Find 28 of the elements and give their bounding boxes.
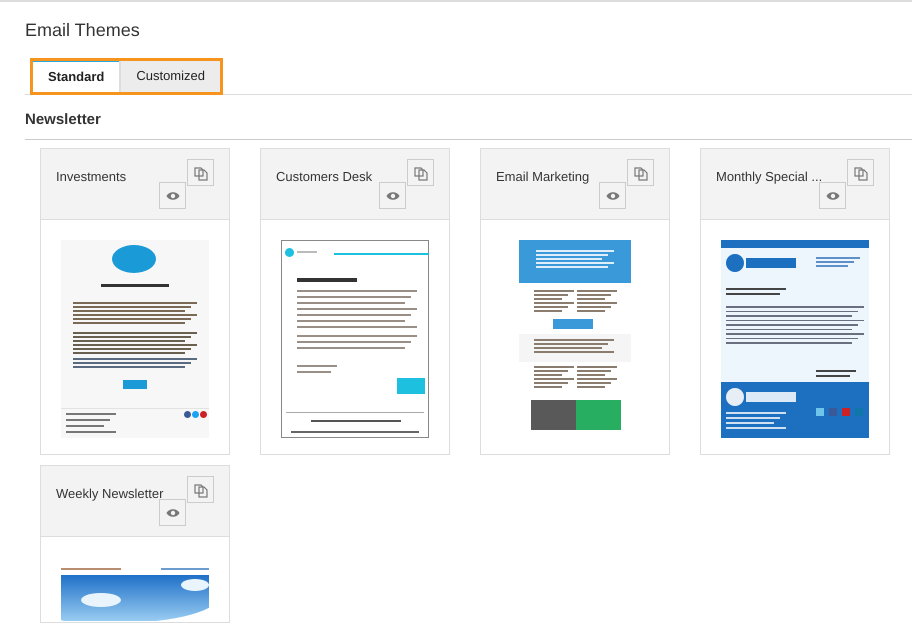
eye-icon — [826, 190, 840, 201]
copy-button[interactable] — [627, 159, 654, 186]
eye-icon — [166, 508, 180, 518]
copy-icon — [852, 164, 868, 181]
eye-icon — [166, 190, 180, 201]
theme-name: Customers Desk — [276, 169, 372, 184]
copy-button[interactable] — [407, 159, 434, 186]
section-title: Newsletter — [25, 111, 912, 140]
eye-icon — [386, 190, 400, 201]
preview-button[interactable] — [379, 182, 406, 210]
theme-name: Investments — [56, 169, 126, 184]
preview-button[interactable] — [159, 499, 186, 526]
copy-icon — [412, 164, 428, 181]
page-title: Email Themes — [25, 20, 141, 42]
tab[interactable]: Customized — [119, 60, 220, 92]
copy-button[interactable] — [187, 159, 214, 186]
theme-name: Monthly Special ... — [716, 169, 822, 184]
preview-button[interactable] — [819, 182, 846, 210]
eye-icon — [606, 190, 620, 201]
copy-icon — [192, 164, 208, 181]
copy-icon — [632, 164, 648, 181]
preview-button[interactable] — [159, 182, 186, 210]
copy-icon — [192, 482, 208, 498]
copy-button[interactable] — [187, 476, 214, 504]
theme-name: Weekly Newsletter — [56, 486, 164, 502]
preview-button[interactable] — [599, 182, 626, 210]
copy-button[interactable] — [847, 159, 874, 186]
theme-name: Email Marketing — [496, 169, 590, 184]
